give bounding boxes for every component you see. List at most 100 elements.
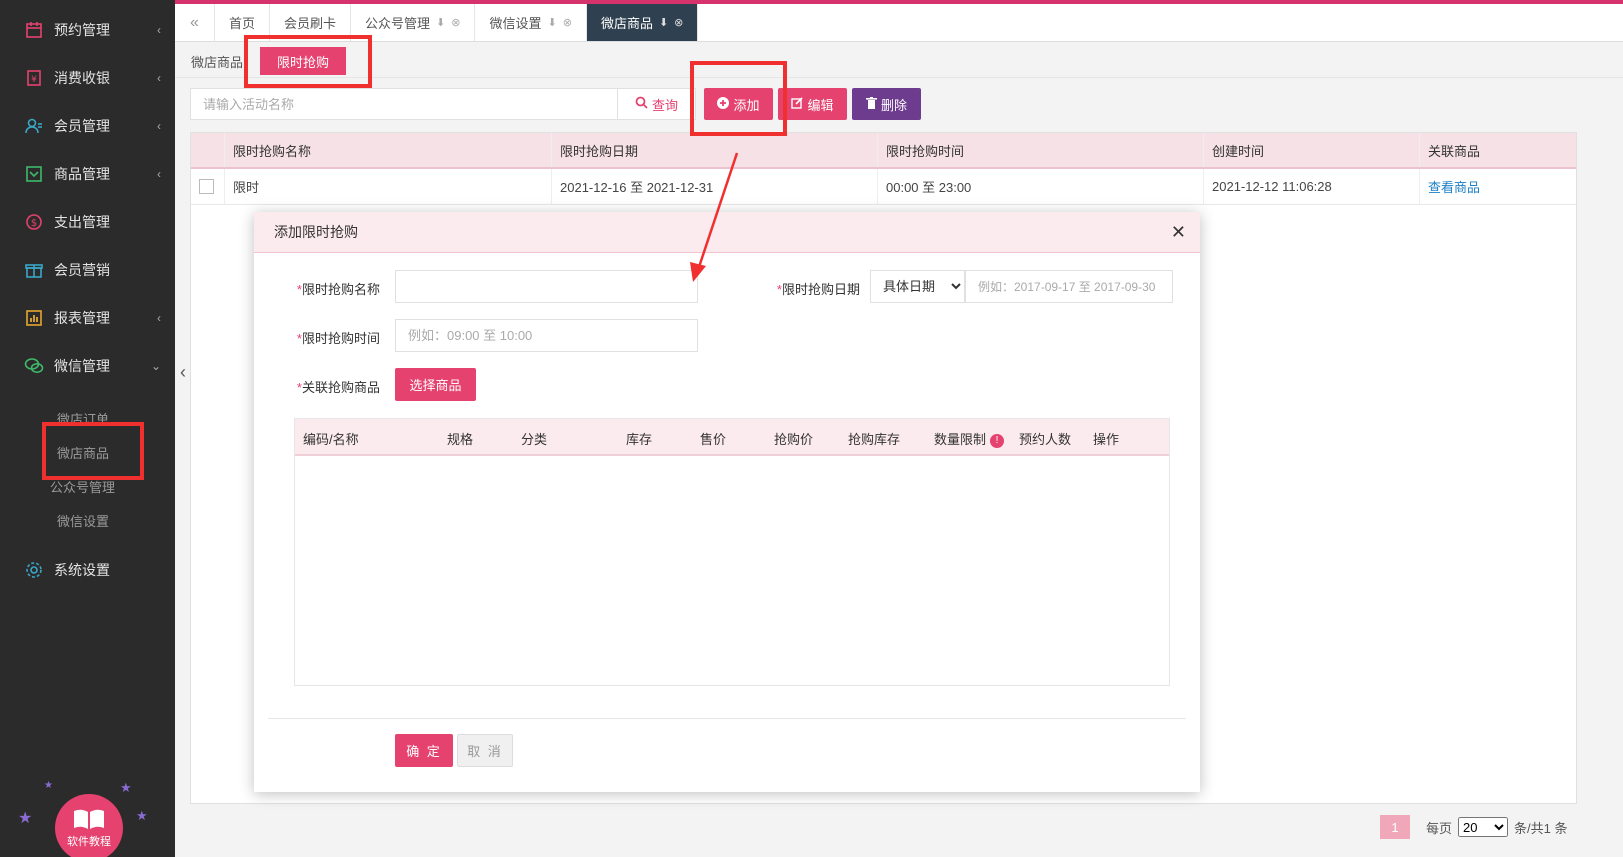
activity-search-input[interactable] [190, 88, 618, 120]
query-label: 查询 [651, 97, 678, 113]
tab-label: 会员刷卡 [284, 16, 337, 31]
svg-text:¥: ¥ [31, 75, 37, 85]
sidebar-item-settings[interactable]: 系统设置 [0, 550, 175, 590]
per-page-prefix: 每页 [1426, 820, 1453, 836]
tab-wechat-settings[interactable]: 微信设置 ⬇ ⊗ [475, 4, 587, 41]
row-name: 限时 [225, 169, 552, 204]
close-icon[interactable]: ⊗ [451, 16, 460, 29]
close-icon[interactable]: ⊗ [563, 16, 572, 29]
tutorial-button[interactable]: 软件教程 [55, 794, 123, 857]
double-chevron-left-icon[interactable]: « [175, 4, 215, 41]
table-header: 限时抢购名称 限时抢购日期 限时抢购时间 创建时间 关联商品 [191, 133, 1576, 169]
pin-icon[interactable]: ⬇ [659, 16, 668, 29]
select-goods-button[interactable]: 选择商品 [395, 368, 476, 401]
page-number-current[interactable]: 1 [1380, 815, 1410, 839]
pin-icon[interactable]: ⬇ [548, 16, 557, 29]
table-row[interactable]: 限时 2021-12-16 至 2021-12-31 00:00 至 23:00… [191, 169, 1576, 205]
sidebar-item-wechat[interactable]: 微信管理 ⌄ [0, 346, 175, 386]
svg-text:$: $ [31, 218, 37, 229]
tab-home[interactable]: 首页 [215, 4, 271, 41]
date-range-input[interactable] [965, 270, 1173, 303]
sidebar-item-reports[interactable]: 报表管理 ‹ [0, 298, 175, 338]
sidebar-item-expense[interactable]: $ 支出管理 [0, 202, 175, 242]
chevron-down-icon: ⌄ [150, 359, 161, 373]
tab-member-card[interactable]: 会员刷卡 [270, 4, 352, 41]
view-goods-link[interactable]: 查看商品 [1428, 177, 1480, 196]
sidebar-subitem-wechat-settings[interactable]: 微信设置 [57, 511, 109, 530]
chevron-left-icon: ‹ [157, 119, 161, 133]
sidebar-subitem-shop-goods[interactable]: 微店商品 [57, 443, 109, 462]
sidebar-item-members[interactable]: 会员管理 ‹ [0, 106, 175, 146]
tab-label: 微信设置 [489, 16, 542, 31]
wechat-icon [24, 356, 44, 376]
tab-shop-goods[interactable]: 微店商品 ⬇ ⊗ [586, 4, 699, 41]
close-icon[interactable]: ⊗ [674, 16, 683, 29]
modal-title: 添加限时抢购 [274, 224, 358, 240]
sidebar-item-marketing[interactable]: 会员营销 [0, 250, 175, 290]
pin-icon[interactable]: ⬇ [436, 16, 445, 29]
sidebar-item-label: 会员管理 [54, 118, 110, 134]
time-range-input[interactable] [395, 319, 698, 352]
sidebar-item-goods[interactable]: 商品管理 ‹ [0, 154, 175, 194]
name-input[interactable] [395, 270, 698, 303]
info-icon[interactable]: ! [990, 433, 1005, 448]
chevron-left-icon: ‹ [157, 23, 161, 37]
sub-header-limit: 数量限制! [934, 429, 1005, 448]
sidebar-item-label: 报表管理 [54, 310, 110, 326]
star-icon: ★ [18, 810, 33, 827]
confirm-button[interactable]: 确 定 [395, 734, 453, 767]
chart-icon [24, 308, 44, 328]
pager-summary: 条/共1 条 [1514, 820, 1568, 836]
edit-icon [791, 96, 804, 112]
sidebar-item-label: 商品管理 [54, 166, 110, 182]
cancel-button[interactable]: 取 消 [457, 734, 513, 767]
pagination: 1 每页 20 条/共1 条 [1380, 815, 1567, 839]
expense-icon: $ [24, 212, 44, 232]
add-button[interactable]: 添加 [704, 88, 773, 120]
row-time: 00:00 至 23:00 [878, 169, 1204, 204]
sidebar-item-cashier[interactable]: ¥ 消费收银 ‹ [0, 58, 175, 98]
tab-official-account[interactable]: 公众号管理 ⬇ ⊗ [351, 4, 476, 41]
sidebar-subitem-official-account[interactable]: 公众号管理 [50, 477, 115, 496]
goods-label: *关联抢购商品 [294, 377, 380, 396]
chevron-left-icon[interactable]: ‹ [180, 362, 186, 383]
gear-icon [24, 560, 44, 580]
name-label-text: 限时抢购名称 [301, 282, 380, 297]
date-label: *限时抢购日期 [764, 279, 860, 298]
sub-header-sale-stock: 抢购库存 [848, 432, 901, 447]
tab-label: 首页 [229, 16, 256, 31]
sidebar-item-booking[interactable]: 预约管理 ‹ [0, 10, 175, 50]
subtab-flash-sale[interactable]: 限时抢购 [260, 47, 346, 75]
sub-header-stock: 库存 [626, 432, 653, 447]
star-icon: ★ [44, 780, 53, 791]
close-icon[interactable]: ✕ [1171, 222, 1186, 243]
subtab-shop-goods[interactable]: 微店商品 [191, 52, 243, 71]
row-date: 2021-12-16 至 2021-12-31 [552, 169, 878, 204]
search-icon [635, 96, 648, 112]
sub-tabs: 微店商品 限时抢购 [175, 42, 1623, 78]
add-flash-sale-modal: 添加限时抢购 ✕ *限时抢购名称 *限时抢购日期 具体日期 *限时抢购时间 *关… [254, 212, 1200, 792]
date-mode-select[interactable]: 具体日期 [870, 270, 965, 303]
per-page-select[interactable]: 20 [1458, 817, 1509, 837]
star-icon: ★ [120, 780, 132, 795]
members-icon [24, 116, 44, 136]
header-created: 创建时间 [1204, 133, 1420, 167]
edit-button[interactable]: 编辑 [778, 88, 847, 120]
row-checkbox[interactable] [199, 179, 214, 194]
query-button[interactable]: 查询 [618, 88, 696, 120]
sidebar: 预约管理 ‹ ¥ 消费收银 ‹ 会员管理 ‹ 商品管理 ‹ $ 支出管理 会员营… [0, 0, 175, 857]
star-icon: ★ [136, 808, 148, 823]
name-label: *限时抢购名称 [294, 279, 380, 298]
sub-header-price: 售价 [700, 432, 727, 447]
book-icon [72, 808, 106, 833]
cashier-icon: ¥ [24, 68, 44, 88]
sub-header-sale-price: 抢购价 [774, 432, 814, 447]
sub-header-actions: 操作 [1093, 432, 1120, 447]
delete-button[interactable]: 删除 [852, 88, 921, 120]
sub-header-code: 编码/名称 [303, 432, 359, 447]
row-created: 2021-12-12 11:06:28 [1204, 169, 1420, 204]
modal-header: 添加限时抢购 ✕ [254, 212, 1200, 253]
calendar-icon [24, 20, 44, 40]
sub-header-booked: 预约人数 [1019, 432, 1072, 447]
sidebar-subitem-orders[interactable]: 微店订单 [57, 409, 109, 428]
